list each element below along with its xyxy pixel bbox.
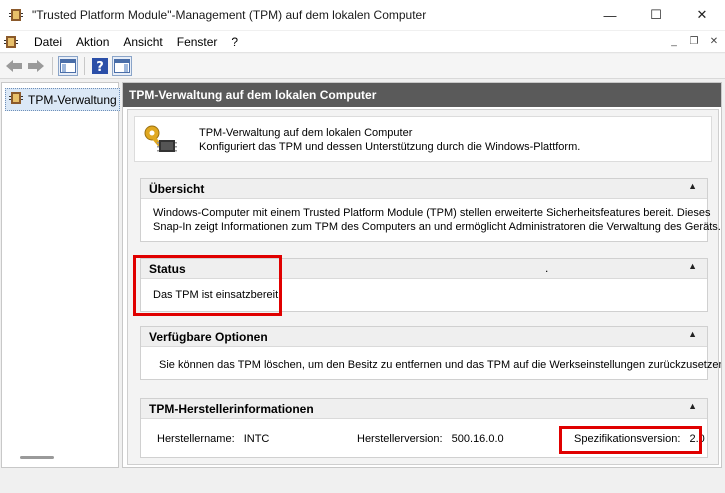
section-overview: Übersicht ▲ Windows-Computer mit einem T…: [140, 178, 721, 242]
status-highlight-box: [133, 255, 282, 316]
toolbar-separator: [84, 57, 85, 75]
menu-help[interactable]: ?: [224, 31, 245, 53]
toolbar: ?: [0, 54, 725, 79]
back-arrow-icon[interactable]: [4, 56, 24, 76]
window-title: "Trusted Platform Module"-Management (TP…: [32, 8, 427, 22]
menu-bar: Datei Aktion Ansicht Fenster ? _ ❐ ✕: [0, 31, 725, 53]
section-options-title: Verfügbare Optionen: [149, 330, 268, 344]
intro-panel: TPM-Verwaltung auf dem lokalen Computer …: [134, 116, 712, 162]
menu-fenster[interactable]: Fenster: [170, 31, 225, 53]
tree-horizontal-scrollbar[interactable]: [20, 456, 54, 459]
show-hide-action-pane-icon[interactable]: [112, 56, 132, 76]
section-options: Verfügbare Optionen ▲ Sie können das TPM…: [140, 326, 721, 380]
forward-arrow-icon[interactable]: [26, 56, 46, 76]
menu-aktion[interactable]: Aktion: [69, 31, 116, 53]
mdi-close-button[interactable]: ✕: [705, 34, 723, 50]
menu-ansicht[interactable]: Ansicht: [116, 31, 169, 53]
spec-version-highlight-box: [559, 426, 702, 454]
svg-text:?: ?: [96, 60, 104, 74]
mdi-controls: _ ❐ ✕: [665, 34, 723, 50]
toolbar-separator: [52, 57, 53, 75]
section-overview-header[interactable]: Übersicht ▲: [141, 179, 707, 199]
intro-title: TPM-Verwaltung auf dem lokalen Computer: [199, 127, 413, 139]
collapse-arrow-icon[interactable]: ▲: [688, 401, 697, 411]
section-overview-title: Übersicht: [149, 182, 205, 196]
collapse-arrow-icon[interactable]: ▲: [688, 181, 697, 191]
section-manufacturer-header[interactable]: TPM-Herstellerinformationen ▲: [141, 399, 707, 419]
manufacturer-version: Herstellerversion: 500.16.0.0: [357, 433, 504, 445]
menu-datei[interactable]: Datei: [27, 31, 69, 53]
mdi-minimize-button[interactable]: _: [665, 34, 683, 50]
mdi-restore-button[interactable]: ❐: [685, 34, 703, 50]
section-options-header[interactable]: Verfügbare Optionen ▲: [141, 327, 707, 347]
collapse-arrow-icon[interactable]: ▲: [688, 329, 697, 339]
tree-item-tpm-verwaltung[interactable]: TPM-Verwaltung: [5, 88, 120, 111]
manufacturer-version-value: 500.16.0.0: [451, 433, 504, 445]
key-chip-icon: [143, 124, 179, 158]
details-header: TPM-Verwaltung auf dem lokalen Computer: [123, 83, 721, 107]
manufacturer-name-value: INTC: [243, 433, 270, 445]
status-dot: .: [545, 261, 549, 275]
close-button[interactable]: ✕: [679, 0, 725, 31]
overview-text-line2: Snap-In zeigt Informationen zum TPM des …: [153, 221, 721, 233]
details-body: TPM-Verwaltung auf dem lokalen Computer …: [127, 109, 721, 465]
tpm-node-icon: [8, 90, 24, 109]
collapse-arrow-icon[interactable]: ▲: [688, 261, 697, 271]
options-text: Sie können das TPM löschen, um den Besit…: [159, 359, 722, 371]
manufacturer-name-label: Herstellername:: [157, 433, 235, 445]
help-icon[interactable]: ?: [90, 56, 110, 76]
tpm-app-icon: [8, 7, 24, 23]
details-pane: TPM-Verwaltung auf dem lokalen Computer …: [122, 82, 722, 468]
show-hide-tree-icon[interactable]: [58, 56, 78, 76]
manufacturer-name: Herstellername: INTC: [157, 433, 269, 445]
tree-item-label: TPM-Verwaltung: [28, 92, 117, 107]
minimize-button[interactable]: —: [587, 0, 633, 31]
system-menu-icon[interactable]: [3, 34, 19, 50]
manufacturer-version-label: Herstellerversion:: [357, 433, 443, 445]
overview-text-line1: Windows-Computer mit einem Trusted Platf…: [153, 207, 711, 219]
section-manufacturer-title: TPM-Herstellerinformationen: [149, 402, 314, 416]
maximize-button[interactable]: ☐: [633, 0, 679, 31]
tree-pane: TPM-Verwaltung: [1, 82, 120, 468]
title-bar: "Trusted Platform Module"-Management (TP…: [0, 0, 725, 31]
intro-description: Konfiguriert das TPM und dessen Unterstü…: [199, 141, 581, 153]
